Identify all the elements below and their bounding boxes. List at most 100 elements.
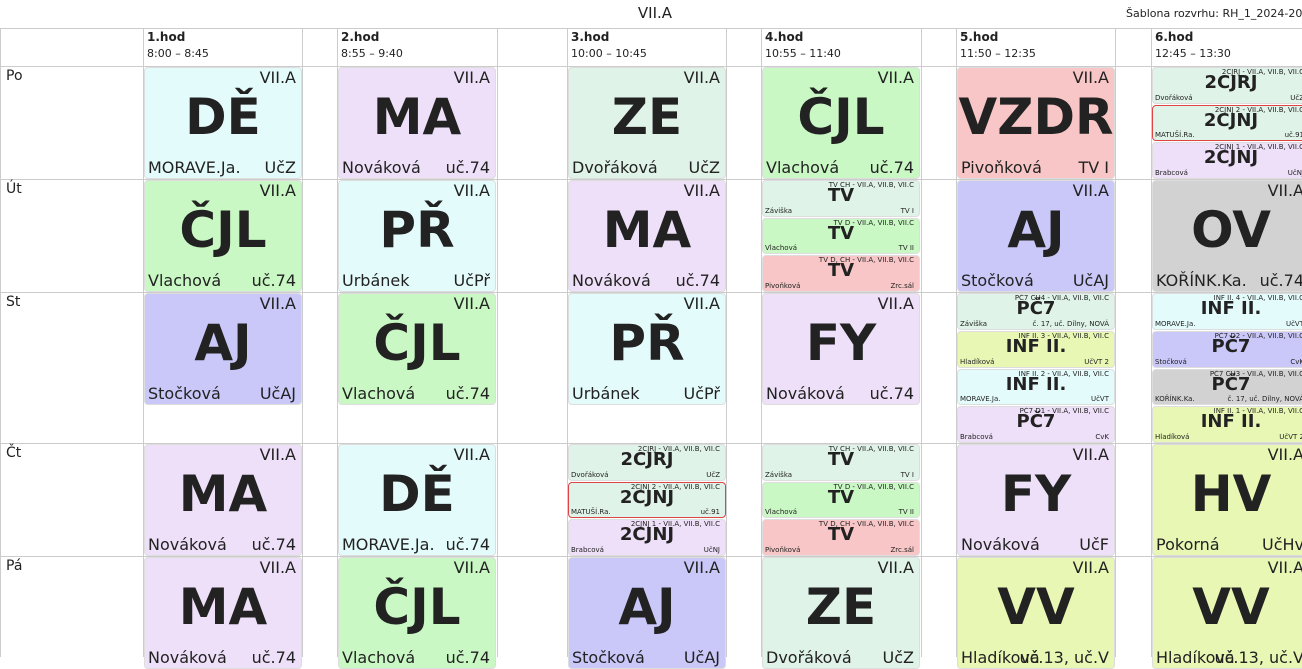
group-lesson-card[interactable]: 2CJNJ 2 - VII.A, VII.B, VII.C 2CJNJ MATUŠÍ… xyxy=(568,481,726,519)
group-lesson-card[interactable]: 2CJNJ 1 - VII.A, VII.B, VII.C 2CJNJ Brabco… xyxy=(568,519,726,556)
lesson-subject: TV xyxy=(827,486,855,508)
lesson-card[interactable]: VII.A MA Nováková uč.74 xyxy=(144,557,302,669)
group-lesson-card[interactable]: 2CJRJ - VII.A, VII.B, VII.C 2CJRJ Dvořákov… xyxy=(1152,67,1302,104)
day-label: St xyxy=(6,294,21,310)
lesson-subject: 2CJNJ xyxy=(619,486,675,508)
lesson-subject: MA xyxy=(602,201,692,259)
lesson-subject: 2CJNJ xyxy=(1203,147,1259,169)
lesson-room: č. 17, uč. Dílny, NOVÁ xyxy=(1227,395,1302,404)
lesson-teacher: Brabcová xyxy=(1155,168,1188,177)
group-lesson-card[interactable]: INF II. 1 - VII.A, VII.B, VII.C INF II. Hl… xyxy=(1152,406,1302,443)
lesson-room: CvK xyxy=(1095,433,1109,441)
lesson-teacher: Dvořáková xyxy=(572,158,658,177)
group-lesson-card[interactable]: INF II. 2 - VII.A, VII.B, VII.C INF II. MO… xyxy=(957,368,1115,406)
lesson-class: VII.A xyxy=(453,181,490,200)
lesson-subject: FY xyxy=(805,314,877,372)
group-lesson-card[interactable]: TV CH - VII.A, VII.B, VII.C TV Záviška TV I xyxy=(762,444,920,481)
group-lesson-card[interactable]: TV D - VII.A, VII.B, VII.C TV Vlachová TV I… xyxy=(762,217,920,255)
group-lesson-card[interactable]: TV D - VII.A, VII.B, VII.C TV Vlachová TV I… xyxy=(762,481,920,519)
lesson-card[interactable]: VII.A HV Pokorná UčHv xyxy=(1152,444,1302,556)
lesson-room: uč.74 xyxy=(445,158,490,177)
lesson-card[interactable]: VII.A MA Nováková uč.74 xyxy=(568,180,726,292)
lesson-card[interactable]: VII.A DĚ MORAVE.Ja. uč.74 xyxy=(338,444,496,556)
lesson-card[interactable]: VII.A AJ Stočková UčAJ xyxy=(957,180,1115,292)
lesson-room: UčZ xyxy=(1290,93,1302,102)
group-lesson-card[interactable]: PČ7 D2 - VII.A, VII.B, VII.C PČ7 Stočková C… xyxy=(1152,330,1302,368)
day-label: Pá xyxy=(6,558,23,574)
lesson-teacher: Záviška xyxy=(765,206,793,215)
group-lesson-card[interactable]: 2CJRJ - VII.A, VII.B, VII.C 2CJRJ Dvořákov… xyxy=(568,444,726,481)
group-lesson-card[interactable]: PČ7 CH4 - VII.A, VII.B, VII.C PČ7 Záviška č… xyxy=(957,293,1115,330)
lesson-teacher: Vlachová xyxy=(342,648,416,667)
lesson-teacher: KOŘÍNK.Ka. xyxy=(1156,271,1247,290)
lesson-class: VII.A xyxy=(1072,558,1109,577)
lesson-subject: DĚ xyxy=(379,465,455,523)
day-label: Út xyxy=(6,181,22,197)
lesson-card[interactable]: VII.A VV Hladíková uč.13, uč.V xyxy=(1152,557,1302,669)
lesson-room: uč.74 xyxy=(251,271,296,290)
period-number: 3.hod xyxy=(571,30,610,44)
period-time: 8:55 – 9:40 xyxy=(341,47,403,60)
lesson-card[interactable]: VII.A ČJL Vlachová uč.74 xyxy=(144,180,302,292)
lesson-teacher: Hladíková xyxy=(960,357,995,366)
lesson-teacher: Záviška xyxy=(765,470,793,479)
lesson-teacher: Vlachová xyxy=(148,271,222,290)
group-lesson-card[interactable]: PČ7 CH3 - VII.A, VII.B, VII.C PČ7 KOŘÍNK.K… xyxy=(1152,368,1302,406)
lesson-teacher: Nováková xyxy=(148,535,227,554)
lesson-card[interactable]: VII.A PŘ Urbánek UčPř xyxy=(568,293,726,405)
period-number: 1.hod xyxy=(147,30,186,44)
lesson-subject: TV xyxy=(827,222,855,244)
lesson-card[interactable]: VII.A DĚ MORAVE.Ja. UčZ xyxy=(144,67,302,179)
group-lesson-card[interactable]: TV CH - VII.A, VII.B, VII.C TV Záviška TV I xyxy=(762,180,920,217)
lesson-room: TV I xyxy=(1078,158,1109,177)
lesson-subject: 2CJNJ xyxy=(619,524,675,546)
lesson-teacher: Nováková xyxy=(148,648,227,667)
lesson-teacher: Pokorná xyxy=(1156,535,1220,554)
lesson-card[interactable]: VII.A OV KOŘÍNK.Ka. uč.74 xyxy=(1152,180,1302,292)
period-header: 2.hod 8:55 – 9:40 xyxy=(337,28,496,66)
lesson-teacher: Dvořáková xyxy=(766,648,852,667)
lesson-card[interactable]: VII.A FY Nováková uč.74 xyxy=(762,293,920,405)
lesson-subject: MA xyxy=(178,578,268,636)
lesson-teacher: Pivoňková xyxy=(961,158,1042,177)
lesson-room: uč.74 xyxy=(869,158,914,177)
lesson-card[interactable]: VII.A PŘ Urbánek UčPř xyxy=(338,180,496,292)
lesson-card[interactable]: VII.A AJ Stočková UčAJ xyxy=(144,293,302,405)
group-lesson-card[interactable]: 2CJNJ 2 - VII.A, VII.B, VII.C 2CJNJ MATUŠÍ… xyxy=(1152,104,1302,142)
lesson-card[interactable]: VII.A MA Nováková uč.74 xyxy=(144,444,302,556)
lesson-room: UčPř xyxy=(453,271,490,290)
lesson-subject: ZE xyxy=(805,578,877,636)
lesson-room: uč.74 xyxy=(445,535,490,554)
group-lesson-card[interactable]: INF II. 4 - VII.A, VII.B, VII.C INF II. MO… xyxy=(1152,293,1302,330)
lesson-card[interactable]: VII.A ČJL Vlachová uč.74 xyxy=(338,557,496,669)
group-lesson-card[interactable]: TV D, CH - VII.A, VII.B, VII.C TV Pivoňkov… xyxy=(762,255,920,292)
lesson-card[interactable]: VII.A MA Nováková uč.74 xyxy=(338,67,496,179)
lesson-teacher: Dvořáková xyxy=(1155,93,1193,102)
group-lesson-card[interactable]: 2CJNJ 1 - VII.A, VII.B, VII.C 2CJNJ Brabco… xyxy=(1152,142,1302,179)
lesson-subject: ZE xyxy=(611,88,683,146)
group-lesson-card[interactable]: INF II. 3 - VII.A, VII.B, VII.C INF II. Hl… xyxy=(957,330,1115,368)
lesson-teacher: Hladíková xyxy=(1155,433,1190,441)
lesson-card[interactable]: VII.A AJ Stočková UčAJ xyxy=(568,557,726,669)
lesson-teacher: Pivoňková xyxy=(765,281,801,290)
lesson-card[interactable]: VII.A VZDR Pivoňková TV I xyxy=(957,67,1115,179)
lesson-room: uč.74 xyxy=(445,384,490,403)
period-time: 11:50 – 12:35 xyxy=(960,47,1036,60)
lesson-subject: HV xyxy=(1190,465,1272,523)
lesson-card[interactable]: VII.A ZE Dvořáková UčZ xyxy=(568,67,726,179)
lesson-teacher: Nováková xyxy=(766,384,845,403)
lesson-class: VII.A xyxy=(259,181,296,200)
lesson-card[interactable]: VII.A ČJL Vlachová uč.74 xyxy=(762,67,920,179)
lesson-card[interactable]: VII.A ČJL Vlachová uč.74 xyxy=(338,293,496,405)
lesson-subject: INF II. xyxy=(1005,373,1067,395)
lesson-room: TV II xyxy=(898,508,914,517)
period-time: 8:00 – 8:45 xyxy=(147,47,209,60)
group-lesson-card[interactable]: TV D, CH - VII.A, VII.B, VII.C TV Pivoňkov… xyxy=(762,519,920,556)
lesson-subject: PČ7 xyxy=(1211,373,1251,395)
lesson-card[interactable]: VII.A VV Hladíková uč.13, uč.V xyxy=(957,557,1115,669)
lesson-card[interactable]: VII.A ZE Dvořáková UčZ xyxy=(762,557,920,669)
lesson-room: uč.74 xyxy=(1259,271,1302,290)
group-lesson-card[interactable]: PČ7 D1 - VII.A, VII.B, VII.C PČ7 Brabcová C… xyxy=(957,406,1115,443)
lesson-subject: INF II. xyxy=(1005,335,1067,357)
lesson-card[interactable]: VII.A FY Nováková UčF xyxy=(957,444,1115,556)
